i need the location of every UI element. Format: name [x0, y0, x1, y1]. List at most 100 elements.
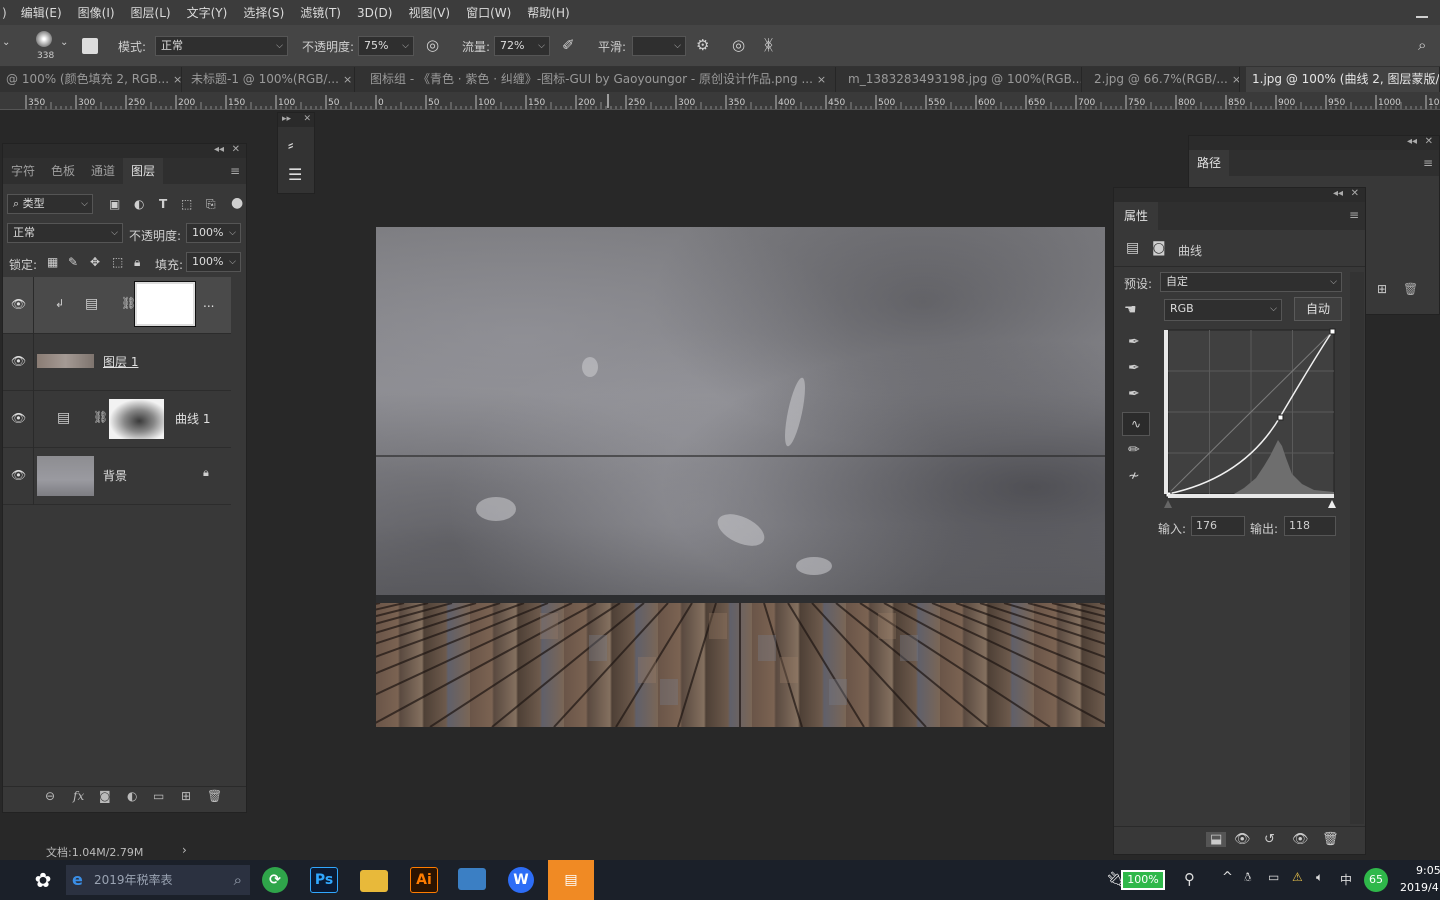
- layer-row-background[interactable]: 👁︎ 背景 🔒︎: [3, 448, 231, 505]
- curves-graph[interactable]: [1164, 328, 1340, 510]
- add-mask-icon[interactable]: ◙: [99, 789, 111, 803]
- mask-icon[interactable]: ◙: [1152, 240, 1166, 256]
- layer-mask-thumbnail[interactable]: [109, 399, 164, 439]
- blend-mode-select[interactable]: 正常 ⌵: [7, 223, 123, 243]
- layer-thumbnail[interactable]: [37, 354, 94, 368]
- taskbar-search[interactable]: e 2019年税率表 ⌕: [66, 865, 250, 895]
- curve-points-tool-icon[interactable]: ∿: [1122, 412, 1150, 436]
- view-previous-state-icon[interactable]: 👁︎: [1234, 832, 1251, 847]
- layer-thumbnail[interactable]: [37, 456, 94, 496]
- close-icon[interactable]: ✕: [232, 144, 240, 155]
- doc-tab-4[interactable]: m_1383283493198.jpg @ 100%(RGB...×: [842, 67, 1082, 92]
- tab-character[interactable]: 字符: [3, 158, 43, 184]
- visibility-eye-icon[interactable]: 👁︎: [1292, 832, 1309, 847]
- chain-link-icon[interactable]: ⛓︎: [121, 296, 136, 310]
- pressure-opacity-icon[interactable]: ◎: [426, 36, 439, 54]
- collapse-icon[interactable]: ◂◂: [1333, 188, 1343, 199]
- filter-smart-icon[interactable]: ⎘: [206, 197, 216, 212]
- file-explorer-icon[interactable]: [360, 870, 388, 892]
- qq-icon[interactable]: 🐧︎: [1244, 870, 1251, 886]
- auto-button[interactable]: 自动: [1294, 297, 1342, 321]
- pencil-icon[interactable]: ✏: [1128, 442, 1140, 458]
- gray-point-eyedropper-icon[interactable]: ✒: [1128, 360, 1140, 376]
- doc-tab-active[interactable]: 1.jpg @ 100% (曲线 2, 图层蒙版/8: [1246, 67, 1440, 92]
- notification-badge[interactable]: 65: [1364, 868, 1388, 892]
- illustrator-icon[interactable]: Ai: [410, 867, 438, 893]
- document-canvas[interactable]: [376, 227, 1105, 727]
- minimize-icon[interactable]: [1416, 4, 1428, 18]
- menu-image[interactable]: 图像(I): [70, 4, 123, 21]
- remote-desktop-icon[interactable]: [458, 868, 486, 890]
- brush-adjust-icon[interactable]: ☰: [288, 165, 302, 184]
- symmetry-icon[interactable]: ᛤ: [764, 36, 773, 54]
- volume-icon[interactable]: 🔈︎: [1316, 870, 1323, 885]
- status-menu-arrow[interactable]: ›: [182, 843, 187, 857]
- close-icon[interactable]: ✕: [1351, 188, 1359, 199]
- trash-icon[interactable]: 🗑︎: [1322, 832, 1339, 847]
- close-icon[interactable]: ×: [173, 73, 181, 86]
- lock-position-icon[interactable]: ✥: [90, 255, 100, 269]
- clock-date[interactable]: 2019/4: [1400, 881, 1439, 894]
- search-icon[interactable]: ⌕: [1418, 36, 1426, 54]
- tool-preset-chevron-icon[interactable]: ⌄: [2, 37, 10, 48]
- menu-window[interactable]: 窗口(W): [458, 4, 519, 21]
- input-value-field[interactable]: 176: [1191, 516, 1245, 536]
- smooth-curve-icon[interactable]: ≁: [1128, 468, 1140, 484]
- curves-adjustment-icon[interactable]: ▤: [57, 410, 70, 426]
- lock-pixels-icon[interactable]: ✎: [68, 255, 78, 269]
- filter-toggle-icon[interactable]: ●: [231, 195, 243, 211]
- doc-tab-2[interactable]: 未标题-1 @ 100%(RGB/... ×: [185, 67, 355, 92]
- collapse-icon[interactable]: ◂◂: [1407, 136, 1417, 147]
- new-adjustment-icon[interactable]: ◐: [127, 789, 137, 803]
- output-value-field[interactable]: 118: [1284, 516, 1336, 536]
- panel-menu-icon[interactable]: ≡: [230, 164, 240, 178]
- people-icon[interactable]: ⚲: [1184, 870, 1195, 888]
- filter-pixel-icon[interactable]: ▣: [109, 197, 120, 211]
- close-icon[interactable]: ×: [343, 73, 352, 86]
- collapse-icon[interactable]: ◂◂: [214, 144, 224, 155]
- wps-icon[interactable]: W: [508, 867, 534, 893]
- visibility-eye-icon[interactable]: 👁︎: [11, 354, 26, 368]
- reset-icon[interactable]: ↺: [1264, 832, 1275, 847]
- brush-presets-icon[interactable]: ⸗: [288, 135, 293, 155]
- doc-tab-1[interactable]: @ 100% (颜色填充 2, RGB... ×: [0, 67, 182, 92]
- visibility-eye-icon[interactable]: 👁︎: [11, 297, 26, 311]
- tab-swatches[interactable]: 色板: [43, 158, 83, 184]
- doc-tab-3[interactable]: 图标组 - 《青色 · 紫色 · 纠缠》-图标-GUI by Gaoyoungo…: [364, 67, 836, 92]
- filter-type-icon[interactable]: T: [159, 197, 167, 211]
- ime-indicator[interactable]: 中: [1340, 871, 1352, 888]
- lock-all-icon[interactable]: 🔒︎: [134, 255, 140, 270]
- lock-transparent-icon[interactable]: ▦: [47, 255, 58, 269]
- start-icon[interactable]: ✿: [28, 865, 58, 895]
- properties-scrollbar[interactable]: [1350, 272, 1364, 824]
- filter-shape-icon[interactable]: ⬚: [181, 197, 192, 211]
- lock-artboard-icon[interactable]: ⬚: [112, 255, 123, 269]
- fx-icon[interactable]: fx: [73, 789, 84, 803]
- smoothing-input[interactable]: ⌵: [632, 36, 686, 56]
- new-group-icon[interactable]: ▭: [153, 789, 164, 803]
- network-warning-icon[interactable]: ⚠: [1292, 870, 1303, 884]
- doc-tab-5[interactable]: 2.jpg @ 66.7%(RGB/... ×: [1088, 67, 1240, 92]
- chain-link-icon[interactable]: ⛓︎: [93, 410, 108, 424]
- target-adjust-hand-icon[interactable]: ☚: [1124, 302, 1137, 318]
- menu-view[interactable]: 视图(V): [400, 4, 458, 21]
- clip-to-layer-icon[interactable]: ⬓: [1206, 832, 1227, 847]
- menu-filter[interactable]: 滤镜(T): [292, 4, 349, 21]
- tab-layers[interactable]: 图层: [123, 158, 164, 184]
- close-icon[interactable]: ✕: [1425, 136, 1433, 147]
- layer-name[interactable]: 背景: [103, 467, 127, 484]
- horizontal-ruler[interactable]: 350 300 250 200 150 100 50 0 50 100 150 200 250 300 35…: [0, 92, 1440, 110]
- layer-row-layer-1[interactable]: 👁︎ 图层 1: [3, 334, 231, 391]
- brush-picker-chevron-icon[interactable]: ⌄: [60, 37, 68, 48]
- black-point-eyedropper-icon[interactable]: ✒: [1128, 334, 1140, 350]
- battery-tray-icon[interactable]: ▭: [1268, 870, 1279, 884]
- mode-select[interactable]: 正常 ⌵: [155, 36, 288, 56]
- tab-properties[interactable]: 属性: [1114, 202, 1159, 230]
- browser-icon[interactable]: ⟳: [262, 867, 288, 893]
- fill-input[interactable]: 100% ⌵: [186, 252, 241, 272]
- curves-adjustment-icon[interactable]: ▤: [85, 296, 98, 312]
- notes-app-icon[interactable]: ▤: [548, 860, 594, 900]
- new-path-icon[interactable]: ⊞: [1377, 282, 1387, 296]
- opacity-input[interactable]: 75% ⌵: [358, 36, 414, 56]
- panel-menu-icon[interactable]: ≡: [1349, 208, 1359, 222]
